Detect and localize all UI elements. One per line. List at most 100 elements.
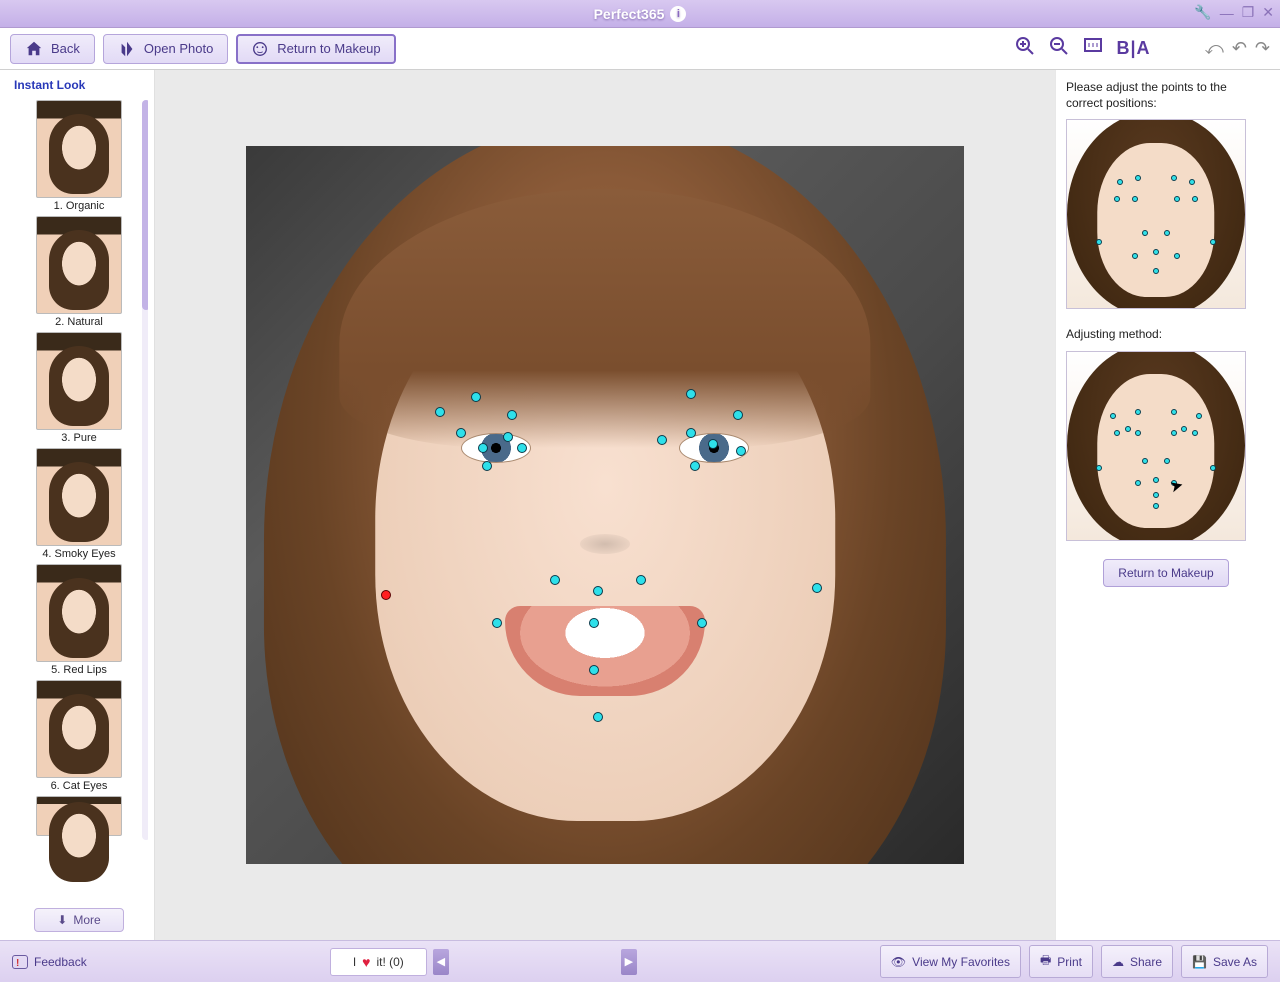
love-suffix: it! (0) <box>376 955 403 969</box>
feedback-button[interactable]: ! Feedback <box>12 955 87 969</box>
face-keypoint-10[interactable] <box>657 435 667 445</box>
face-keypoint-0[interactable] <box>471 392 481 402</box>
face-keypoint-18[interactable] <box>492 618 502 628</box>
titlebar: Perfect365 i 🔧 — ❐ ✕ <box>0 0 1280 28</box>
look-label: 6. Cat Eyes <box>10 780 148 792</box>
prev-arrow[interactable]: ◀ <box>433 949 449 975</box>
face-keypoint-14[interactable] <box>690 461 700 471</box>
canvas-area <box>155 70 1055 940</box>
save-as-button[interactable]: 💾 Save As <box>1181 945 1268 978</box>
looks-list: 1. Organic 2. Natural 3. Pure 4. Smoky Eyes… <box>10 100 148 902</box>
face-keypoint-21[interactable] <box>589 665 599 675</box>
fit-screen-icon[interactable] <box>1083 36 1103 61</box>
window-controls: 🔧 — ❐ ✕ <box>1194 4 1274 21</box>
face-keypoint-4[interactable] <box>503 432 513 442</box>
info-icon[interactable]: i <box>670 6 686 22</box>
face-keypoint-13[interactable] <box>736 446 746 456</box>
look-item-7[interactable] <box>10 796 148 836</box>
before-after-icon[interactable]: B|A <box>1117 38 1151 59</box>
look-item-6[interactable]: 6. Cat Eyes <box>10 680 148 794</box>
printer-icon: 🖶 <box>1040 951 1051 972</box>
reference-thumb-positions <box>1066 119 1246 309</box>
look-item-1[interactable]: 1. Organic <box>10 100 148 214</box>
return-makeup-button[interactable]: Return to Makeup <box>236 34 395 64</box>
app-title: Perfect365 i <box>594 6 687 22</box>
look-thumb <box>36 680 122 778</box>
save-icon: 💾 <box>1192 955 1207 969</box>
view-favorites-button[interactable]: 👁 View My Favorites <box>880 945 1021 978</box>
look-label: 1. Organic <box>10 200 148 212</box>
love-it-button[interactable]: I ♥ it! (0) <box>330 948 427 976</box>
eye-icon: 👁 <box>891 955 906 969</box>
bottom-actions: 👁 View My Favorites 🖶 Print ☁ Share 💾 Sa… <box>880 945 1268 978</box>
face-points-icon <box>251 40 269 58</box>
face-keypoint-1[interactable] <box>435 407 445 417</box>
scrollbar-thumb[interactable] <box>142 100 148 310</box>
look-item-4[interactable]: 4. Smoky Eyes <box>10 448 148 562</box>
home-icon <box>25 40 43 58</box>
photo-nose <box>580 534 630 554</box>
face-keypoint-8[interactable] <box>686 389 696 399</box>
look-item-5[interactable]: 5. Red Lips <box>10 564 148 678</box>
zoom-in-icon[interactable] <box>1015 36 1035 61</box>
back-button[interactable]: Back <box>10 34 95 64</box>
look-thumb <box>36 100 122 198</box>
adjust-instruction: Please adjust the points to the correct … <box>1066 80 1266 111</box>
photo-canvas[interactable] <box>246 146 964 864</box>
face-keypoint-12[interactable] <box>708 439 718 449</box>
open-photo-button[interactable]: Open Photo <box>103 34 228 64</box>
print-button[interactable]: 🖶 Print <box>1029 945 1093 978</box>
print-label: Print <box>1057 955 1082 969</box>
sidebar-title: Instant Look <box>10 78 148 92</box>
face-keypoint-5[interactable] <box>478 443 488 453</box>
look-item-2[interactable]: 2. Natural <box>10 216 148 330</box>
face-keypoint-3[interactable] <box>456 428 466 438</box>
look-thumb <box>36 448 122 546</box>
right-panel: Please adjust the points to the correct … <box>1055 70 1280 940</box>
look-thumb <box>36 332 122 430</box>
reference-thumb-method: ➤ <box>1066 351 1246 541</box>
back-label: Back <box>51 41 80 56</box>
face-keypoint-20[interactable] <box>697 618 707 628</box>
look-thumb <box>36 796 122 836</box>
face-keypoint-9[interactable] <box>733 410 743 420</box>
look-item-3[interactable]: 3. Pure <box>10 332 148 446</box>
redo-icon[interactable]: ↷ <box>1255 38 1270 59</box>
return-makeup-side-button[interactable]: Return to Makeup <box>1103 559 1228 587</box>
close-icon[interactable]: ✕ <box>1262 4 1274 21</box>
wrench-icon[interactable]: 🔧 <box>1194 4 1211 21</box>
look-thumb <box>36 216 122 314</box>
minimize-icon[interactable]: — <box>1220 5 1234 21</box>
look-label: 3. Pure <box>10 432 148 444</box>
face-keypoint-11[interactable] <box>686 428 696 438</box>
open-icon <box>118 40 136 58</box>
maximize-icon[interactable]: ❐ <box>1242 4 1255 21</box>
face-keypoint-19[interactable] <box>589 618 599 628</box>
feedback-icon: ! <box>12 955 28 969</box>
bottombar: ! Feedback I ♥ it! (0) ◀ ▶ 👁 View My Fav… <box>0 940 1280 982</box>
undo-redo-group: ⤺ ↶ ↷ <box>1205 38 1270 59</box>
view-favorites-label: View My Favorites <box>912 955 1010 969</box>
love-prefix: I <box>353 955 356 969</box>
share-button[interactable]: ☁ Share <box>1101 945 1173 978</box>
download-icon: ⬇ <box>57 913 67 927</box>
next-arrow[interactable]: ▶ <box>621 949 637 975</box>
save-as-label: Save As <box>1213 955 1257 969</box>
more-button[interactable]: ⬇ More <box>34 908 124 932</box>
face-keypoint-23[interactable] <box>812 583 822 593</box>
face-keypoint-7[interactable] <box>482 461 492 471</box>
more-label: More <box>73 913 100 927</box>
adjusting-method-label: Adjusting method: <box>1066 327 1266 343</box>
face-keypoint-24[interactable] <box>381 590 391 600</box>
zoom-out-icon[interactable] <box>1049 36 1069 61</box>
look-thumb <box>36 564 122 662</box>
face-keypoint-16[interactable] <box>636 575 646 585</box>
face-keypoint-2[interactable] <box>507 410 517 420</box>
undo-icon[interactable]: ↶ <box>1232 38 1247 59</box>
face-keypoint-15[interactable] <box>550 575 560 585</box>
undo-all-icon[interactable]: ⤺ <box>1205 38 1224 59</box>
face-keypoint-22[interactable] <box>593 712 603 722</box>
face-keypoint-17[interactable] <box>593 586 603 596</box>
sidebar: Instant Look 1. Organic 2. Natural 3. Pure… <box>0 70 155 940</box>
face-keypoint-6[interactable] <box>517 443 527 453</box>
